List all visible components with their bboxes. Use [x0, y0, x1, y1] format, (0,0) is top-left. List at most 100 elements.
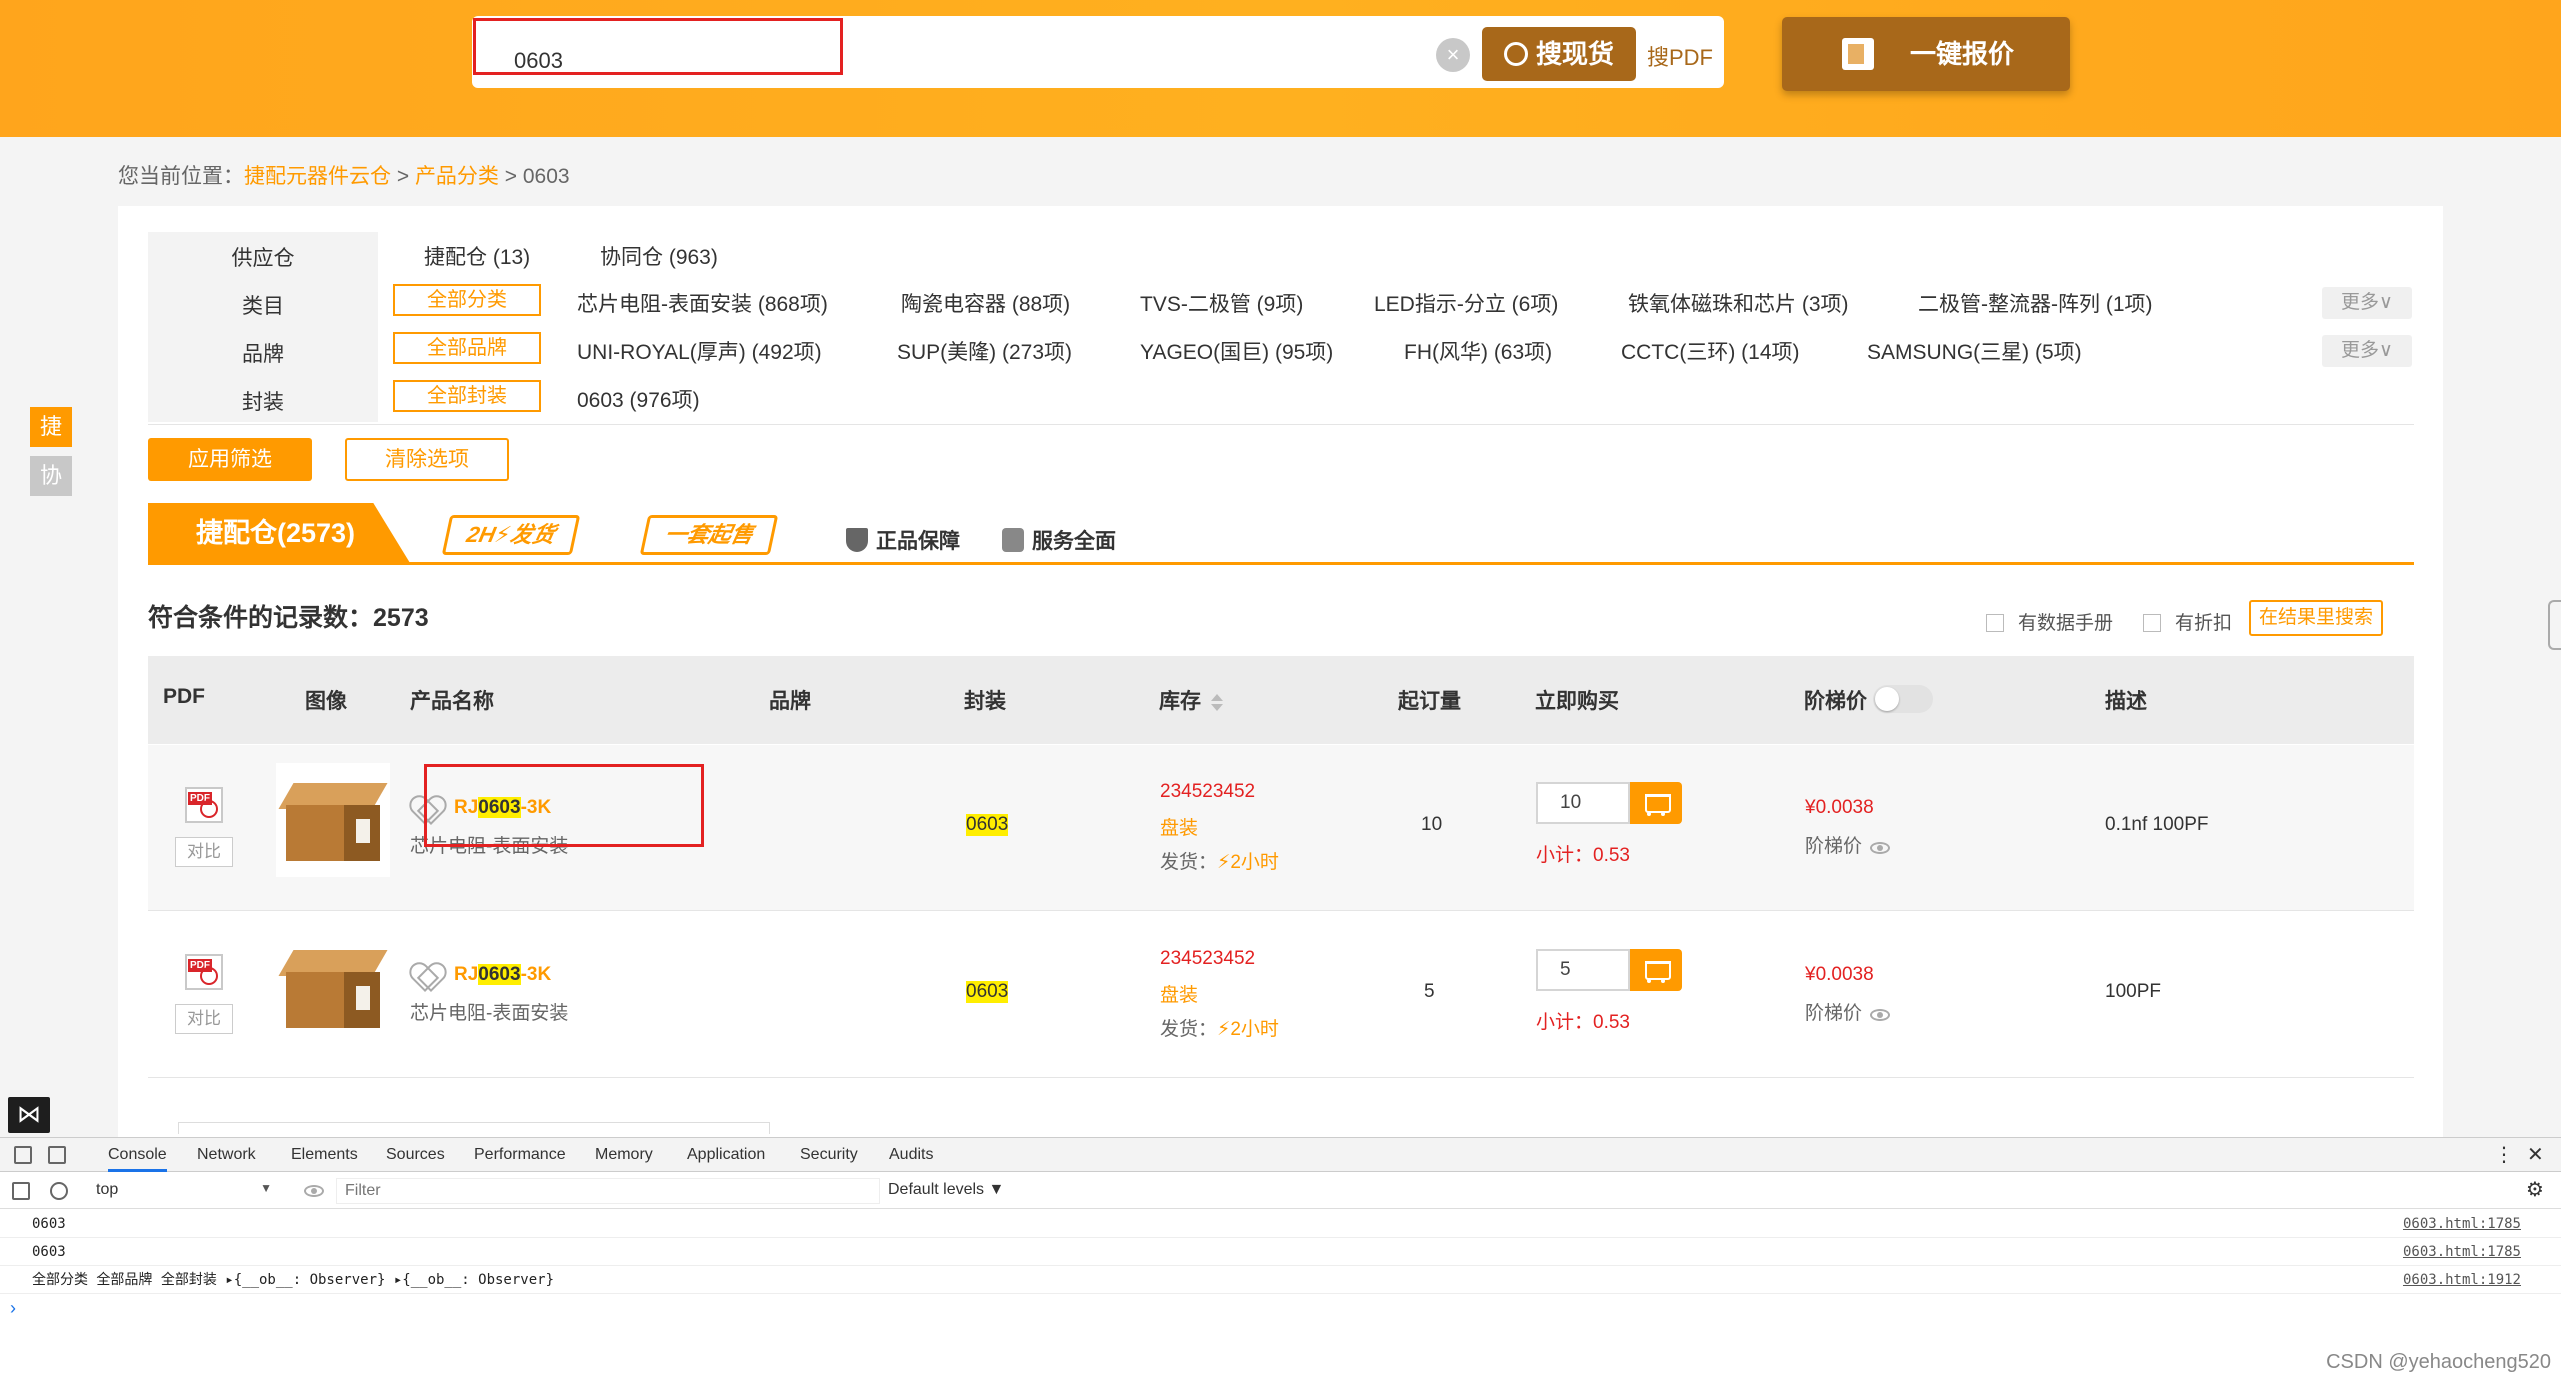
col-stock[interactable]: 库存	[1159, 685, 1223, 715]
compare-button[interactable]: 对比	[175, 1004, 233, 1034]
category-option[interactable]: TVS-二极管 (9项)	[1140, 288, 1303, 318]
devtools-tab-audits[interactable]: Audits	[889, 1138, 933, 1172]
quantity-input[interactable]: 10	[1536, 782, 1630, 824]
brand-option[interactable]: UNI-ROYAL(厚声) (492项)	[577, 336, 822, 366]
pdf-icon[interactable]	[185, 787, 223, 823]
close-devtools-icon[interactable]: ✕	[2527, 1138, 2544, 1172]
favorite-heart-icon[interactable]	[414, 797, 442, 823]
quantity-input[interactable]: 5	[1536, 949, 1630, 991]
sidebar-toggle-icon[interactable]	[12, 1182, 30, 1200]
brand-option[interactable]: FH(风华) (63项)	[1404, 336, 1552, 366]
compare-button[interactable]: 对比	[175, 837, 233, 867]
subtotal-value: 0.53	[1593, 845, 1630, 866]
eye-icon[interactable]	[1870, 842, 1891, 854]
category-option[interactable]: 陶瓷电容器 (88项)	[901, 288, 1070, 318]
side-tab-xietong[interactable]: 协	[30, 456, 72, 496]
visual-studio-icon[interactable]	[8, 1097, 50, 1133]
favorite-heart-icon[interactable]	[414, 964, 442, 990]
clear-options-button[interactable]: 清除选项	[345, 438, 509, 481]
search-stock-button[interactable]: 搜现货	[1482, 27, 1636, 81]
pack-type: 盘装	[1160, 985, 1199, 1006]
breadcrumb: 您当前位置：捷配元器件云仓 > 产品分类 > 0603	[118, 160, 570, 190]
product-name-highlight: 0603	[478, 964, 521, 985]
devtools-tab-application[interactable]: Application	[687, 1138, 765, 1172]
console-filter-input[interactable]	[336, 1178, 880, 1204]
eye-icon[interactable]	[304, 1185, 324, 1197]
pack-type: 盘装	[1160, 818, 1199, 839]
ladder-price-toggle[interactable]	[1873, 685, 1933, 713]
cart-icon[interactable]	[1630, 782, 1682, 824]
context-selector[interactable]: top	[96, 1181, 272, 1199]
log-levels-dropdown[interactable]: Default levels ▼	[888, 1181, 1004, 1199]
warehouse-option[interactable]: 协同仓 (963)	[600, 241, 718, 271]
warehouse-option[interactable]: 捷配仓 (13)	[424, 241, 530, 271]
pdf-icon[interactable]	[185, 954, 223, 990]
eye-icon[interactable]	[1870, 1009, 1891, 1021]
all-brands-chip[interactable]: 全部品牌	[393, 332, 541, 364]
log-source-link[interactable]: 0603.html:1912	[2403, 1266, 2521, 1294]
discount-checkbox[interactable]: 有折扣	[2143, 608, 2232, 635]
ladder-price-link[interactable]: 阶梯价	[1805, 998, 1891, 1025]
devtools-tab-security[interactable]: Security	[800, 1138, 858, 1172]
product-name-prefix: RJ	[454, 797, 479, 818]
devtools-tab-network[interactable]: Network	[197, 1138, 256, 1172]
ladder-price-link[interactable]: 阶梯价	[1805, 831, 1891, 858]
brand-option[interactable]: SAMSUNG(三星) (5项)	[1867, 336, 2082, 366]
devtools-tab-sources[interactable]: Sources	[386, 1138, 445, 1172]
ship-label: 发货：	[1160, 852, 1218, 873]
more-options-icon[interactable]: ⋮	[2494, 1138, 2514, 1172]
side-tab-jiepei[interactable]: 捷	[30, 407, 72, 447]
sort-icon[interactable]	[1211, 694, 1223, 711]
log-source-link[interactable]: 0603.html:1785	[2403, 1238, 2521, 1266]
category-option[interactable]: 芯片电阻-表面安装 (868项)	[577, 288, 828, 318]
product-name-link[interactable]: RJ0603-3K	[454, 797, 551, 819]
package-option[interactable]: 0603 (976项)	[577, 384, 700, 414]
more-categories-button[interactable]: 更多∨	[2322, 287, 2412, 319]
checkbox-icon[interactable]	[2143, 614, 2161, 632]
inspect-icon[interactable]	[14, 1146, 32, 1164]
device-toolbar-icon[interactable]	[48, 1146, 66, 1164]
brand-option[interactable]: SUP(美隆) (273项)	[897, 336, 1072, 366]
product-image[interactable]	[276, 763, 390, 877]
category-option[interactable]: 二极管-整流器-阵列 (1项)	[1918, 288, 2153, 318]
scroll-handle[interactable]	[2548, 600, 2561, 650]
brand-option[interactable]: YAGEO(国巨) (95项)	[1140, 336, 1333, 366]
top-header: × 搜现货 搜PDF 一键报价	[0, 0, 2561, 137]
devtools-tab-performance[interactable]: Performance	[474, 1138, 566, 1172]
pagination[interactable]	[178, 1122, 770, 1134]
product-category: 芯片电阻-表面安装	[410, 1003, 569, 1024]
tab-jiepei-warehouse[interactable]: 捷配仓(2573)	[148, 503, 410, 563]
all-packages-chip[interactable]: 全部封装	[393, 380, 541, 412]
checkbox-icon[interactable]	[1986, 614, 2004, 632]
search-icon	[1503, 42, 1528, 66]
devtools-tab-console[interactable]: Console	[108, 1138, 167, 1172]
ship-time-value: ⚡2小时	[1217, 852, 1279, 873]
search-in-results-button[interactable]: 在结果里搜索	[2249, 600, 2383, 636]
category-option[interactable]: LED指示-分立 (6项)	[1374, 288, 1558, 318]
log-source-link[interactable]: 0603.html:1785	[2403, 1210, 2521, 1238]
record-count-value: 2573	[373, 604, 429, 632]
category-option[interactable]: 铁氧体磁珠和芯片 (3项)	[1628, 288, 1849, 318]
apply-filter-button[interactable]: 应用筛选	[148, 438, 312, 481]
datasheet-checkbox[interactable]: 有数据手册	[1986, 608, 2113, 635]
search-pdf-link[interactable]: 搜PDF	[1647, 40, 1713, 72]
product-name-link[interactable]: RJ0603-3K	[454, 964, 551, 986]
gear-icon[interactable]: ⚙	[2526, 1173, 2544, 1207]
all-categories-chip[interactable]: 全部分类	[393, 284, 541, 316]
product-image[interactable]	[276, 930, 390, 1044]
breadcrumb-category-link[interactable]: 产品分类	[415, 165, 499, 188]
cart-icon[interactable]	[1630, 949, 1682, 991]
ship-time: 发货：⚡2小时	[1160, 847, 1279, 874]
brand-option[interactable]: CCTC(三环) (14项)	[1621, 336, 1800, 366]
more-brands-button[interactable]: 更多∨	[2322, 335, 2412, 367]
console-prompt[interactable]: ›	[10, 1298, 16, 1319]
package-value: 0603	[966, 981, 1009, 1003]
devtools-tab-memory[interactable]: Memory	[595, 1138, 653, 1172]
col-package: 封装	[964, 690, 1006, 713]
stock-value: 234523452	[1160, 948, 1256, 969]
breadcrumb-home-link[interactable]: 捷配元器件云仓	[244, 165, 391, 188]
clear-search-button[interactable]: ×	[1436, 38, 1470, 72]
one-click-quote-button[interactable]: 一键报价	[1782, 17, 2070, 91]
devtools-tab-elements[interactable]: Elements	[291, 1138, 358, 1172]
clear-console-icon[interactable]	[50, 1182, 68, 1200]
